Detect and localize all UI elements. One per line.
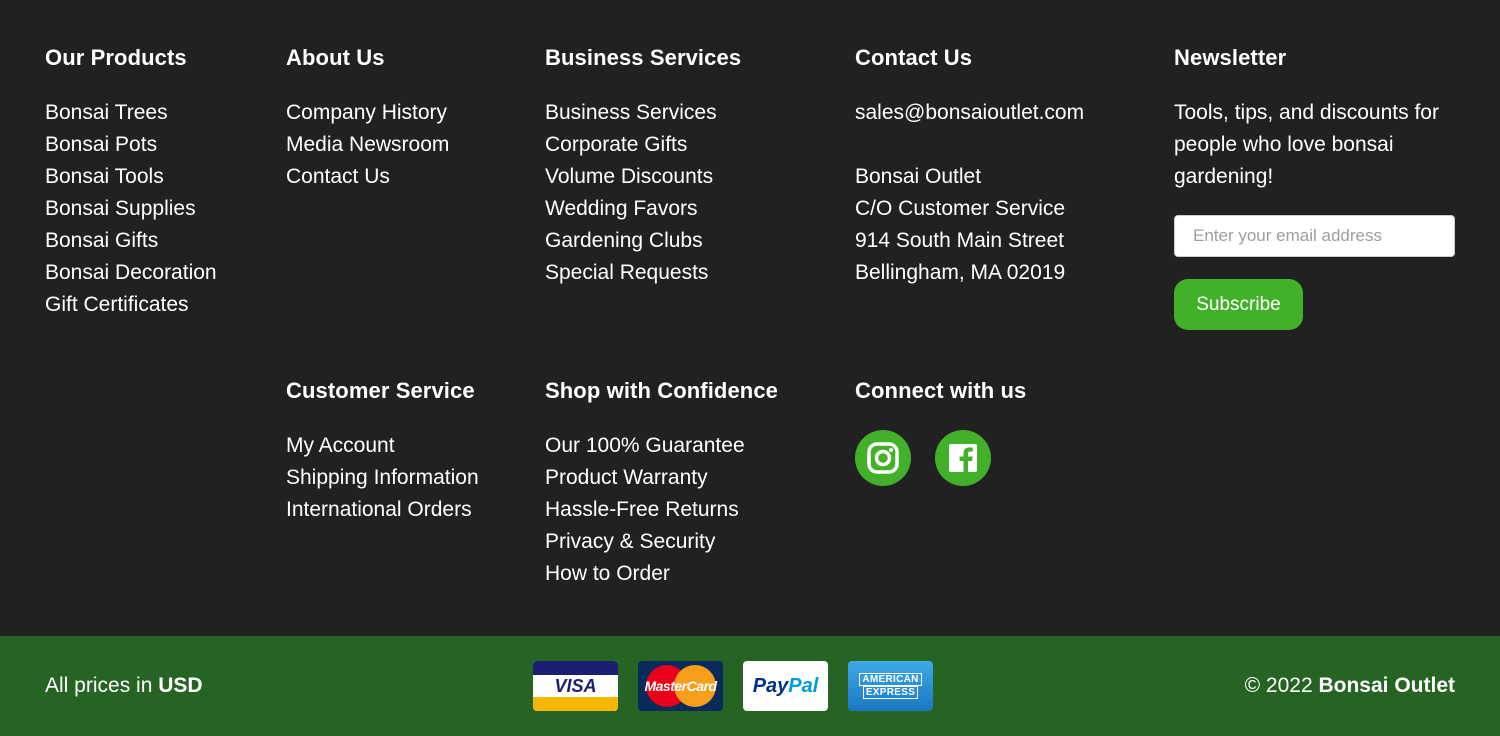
currency-notice: All prices in USD — [45, 671, 203, 701]
products-link-list: Bonsai Trees Bonsai Pots Bonsai Tools Bo… — [45, 97, 217, 321]
subscribe-button[interactable]: Subscribe — [1174, 279, 1303, 330]
footer-column-customer-service: Customer Service My Account Shipping Inf… — [286, 377, 479, 526]
address-line-attention: C/O Customer Service — [855, 197, 1066, 220]
social-links — [855, 430, 1026, 486]
contact-email-link[interactable]: sales@bonsaioutlet.com — [855, 101, 1084, 124]
link-bonsai-trees[interactable]: Bonsai Trees — [45, 101, 168, 124]
confidence-link-list: Our 100% Guarantee Product Warranty Hass… — [545, 430, 778, 590]
link-bonsai-gifts[interactable]: Bonsai Gifts — [45, 229, 158, 252]
column-heading-confidence: Shop with Confidence — [545, 378, 778, 403]
customer-service-link-list: My Account Shipping Information Internat… — [286, 430, 479, 526]
address-line-company: Bonsai Outlet — [855, 165, 982, 188]
visa-label: VISA — [554, 675, 597, 696]
address-line-street: 914 South Main Street — [855, 229, 1064, 252]
column-heading-newsletter: Newsletter — [1174, 45, 1287, 70]
link-gift-certificates[interactable]: Gift Certificates — [45, 293, 189, 316]
amex-card-icon: AMERICAN EXPRESS — [848, 661, 933, 711]
footer-column-products: Our Products Bonsai Trees Bonsai Pots Bo… — [45, 44, 217, 321]
visa-card-icon: VISA — [533, 661, 618, 711]
footer-column-about: About Us Company History Media Newsroom … — [286, 44, 449, 193]
currency-code: USD — [158, 674, 203, 697]
link-business-services[interactable]: Business Services — [545, 101, 717, 124]
footer-column-business: Business Services Business Services Corp… — [545, 44, 741, 289]
amex-label-bottom: EXPRESS — [862, 686, 919, 699]
payment-methods: VISA MasterCard PayPal AMERICAN EXPRESS — [533, 661, 933, 711]
paypal-icon: PayPal — [743, 661, 828, 711]
column-heading-about: About Us — [286, 45, 385, 70]
link-bonsai-decoration[interactable]: Bonsai Decoration — [45, 261, 217, 284]
footer-column-connect: Connect with us — [855, 377, 1026, 486]
link-special-requests[interactable]: Special Requests — [545, 261, 708, 284]
link-bonsai-supplies[interactable]: Bonsai Supplies — [45, 197, 196, 220]
link-guarantee[interactable]: Our 100% Guarantee — [545, 434, 745, 457]
paypal-label-pal: Pal — [788, 674, 819, 697]
column-heading-customer-service: Customer Service — [286, 378, 475, 403]
newsletter-email-input[interactable] — [1174, 215, 1455, 257]
column-heading-contact: Contact Us — [855, 45, 973, 70]
link-international-orders[interactable]: International Orders — [286, 498, 472, 521]
column-heading-products: Our Products — [45, 45, 187, 70]
link-privacy-security[interactable]: Privacy & Security — [545, 530, 715, 553]
link-wedding-favors[interactable]: Wedding Favors — [545, 197, 698, 220]
link-bonsai-pots[interactable]: Bonsai Pots — [45, 133, 157, 156]
link-my-account[interactable]: My Account — [286, 434, 395, 457]
footer-column-confidence: Shop with Confidence Our 100% Guarantee … — [545, 377, 778, 590]
column-heading-connect: Connect with us — [855, 378, 1027, 403]
footer-column-contact: Contact Us sales@bonsaioutlet.com Bonsai… — [855, 44, 1084, 289]
copyright: © 2022 Bonsai Outlet — [1245, 671, 1455, 701]
link-how-to-order[interactable]: How to Order — [545, 562, 670, 585]
paypal-label-pay: Pay — [752, 674, 789, 697]
column-heading-business: Business Services — [545, 45, 742, 70]
business-link-list: Business Services Corporate Gifts Volume… — [545, 97, 741, 289]
instagram-icon[interactable] — [855, 430, 911, 486]
link-bonsai-tools[interactable]: Bonsai Tools — [45, 165, 164, 188]
link-contact-us[interactable]: Contact Us — [286, 165, 390, 188]
link-product-warranty[interactable]: Product Warranty — [545, 466, 708, 489]
link-shipping-information[interactable]: Shipping Information — [286, 466, 479, 489]
copyright-prefix: © 2022 — [1244, 674, 1319, 697]
currency-notice-label: All prices in — [45, 674, 159, 697]
link-volume-discounts[interactable]: Volume Discounts — [545, 165, 713, 188]
link-gardening-clubs[interactable]: Gardening Clubs — [545, 229, 703, 252]
copyright-brand: Bonsai Outlet — [1318, 674, 1455, 697]
link-media-newsroom[interactable]: Media Newsroom — [286, 133, 449, 156]
link-hassle-free-returns[interactable]: Hassle-Free Returns — [545, 498, 739, 521]
facebook-icon[interactable] — [935, 430, 991, 486]
link-company-history[interactable]: Company History — [286, 101, 447, 124]
link-corporate-gifts[interactable]: Corporate Gifts — [545, 133, 687, 156]
mastercard-icon: MasterCard — [638, 661, 723, 711]
about-link-list: Company History Media Newsroom Contact U… — [286, 97, 449, 193]
mastercard-label: MasterCard — [644, 678, 717, 694]
address-line-city: Bellingham, MA 02019 — [855, 261, 1066, 284]
amex-label-top: AMERICAN — [859, 673, 922, 686]
bottom-bar: All prices in USD VISA MasterCard PayPal… — [0, 636, 1500, 736]
newsletter-description: Tools, tips, and discounts for people wh… — [1174, 101, 1439, 188]
footer-column-newsletter: Newsletter Tools, tips, and discounts fo… — [1174, 44, 1464, 330]
